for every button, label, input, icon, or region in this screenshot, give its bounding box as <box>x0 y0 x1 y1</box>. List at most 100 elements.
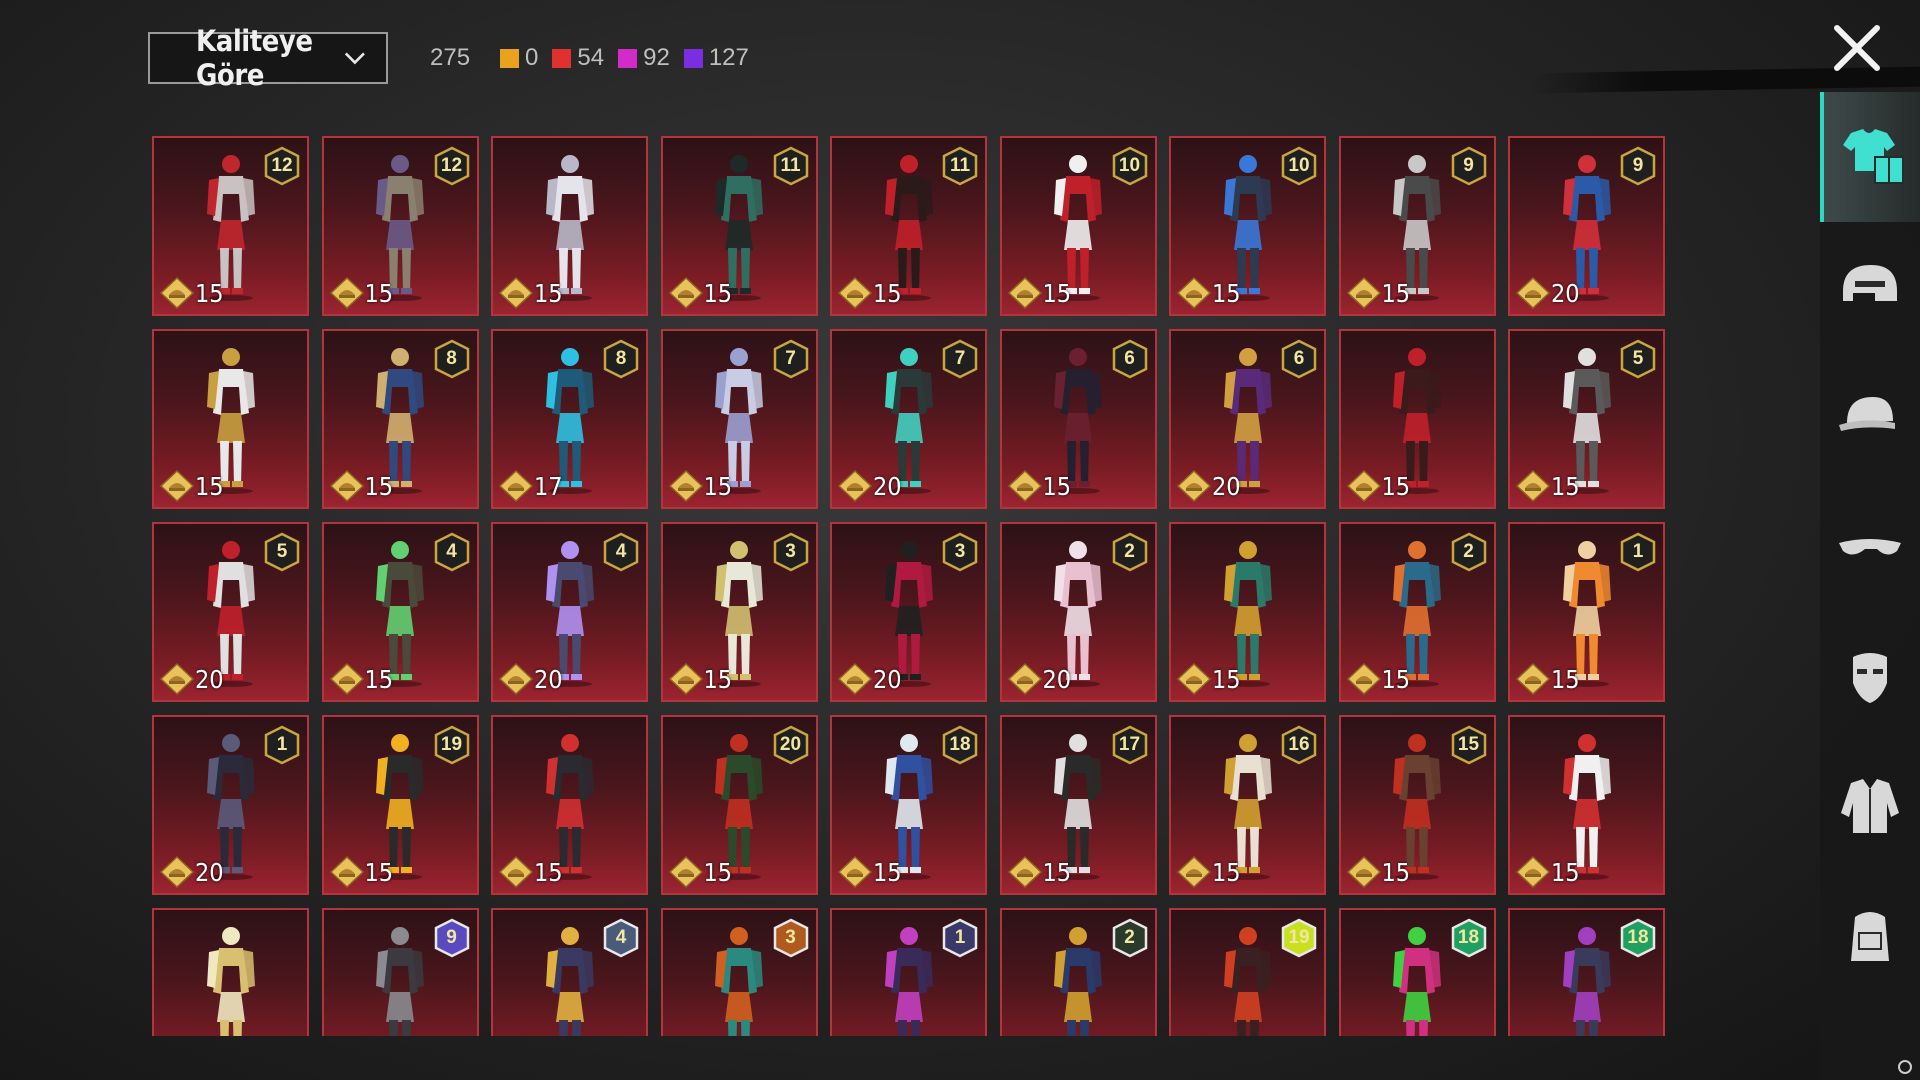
rank-number: 2 <box>1124 927 1135 948</box>
outfit-card[interactable]: 15 <box>491 715 648 895</box>
outfit-card[interactable]: 3 <box>660 908 818 1036</box>
outfit-card[interactable]: 1 15 <box>1508 522 1665 702</box>
outfit-card[interactable]: 11 15 <box>660 136 818 316</box>
character-outfit-image <box>715 927 763 1036</box>
sort-dropdown[interactable]: Kaliteye Göre <box>148 24 388 92</box>
tab-helmet[interactable] <box>1820 222 1920 352</box>
rank-number: 6 <box>1124 348 1135 369</box>
tab-mask[interactable] <box>1820 612 1920 742</box>
price-value: 20 <box>1212 471 1241 501</box>
item-price: 20 <box>837 662 902 696</box>
character-outfit-image <box>545 927 594 1036</box>
coin-icon <box>1007 662 1042 696</box>
outfit-card[interactable]: 9 20 <box>1508 136 1665 316</box>
rank-badge: 2 <box>1450 532 1488 572</box>
character-outfit-image <box>884 927 933 1036</box>
item-price: 20 <box>159 855 224 889</box>
outfit-card[interactable]: 18 15 <box>830 715 987 895</box>
rank-number: 2 <box>1463 541 1474 562</box>
item-price: 20 <box>1007 662 1072 696</box>
quality-count-value: 92 <box>643 44 670 71</box>
outfit-card[interactable]: 9 15 <box>1338 136 1496 316</box>
outfit-card[interactable]: 10 15 <box>999 136 1157 316</box>
rank-badge: 16 <box>1280 725 1318 765</box>
outfit-card[interactable]: 15 <box>152 329 309 509</box>
rank-number: 11 <box>780 155 801 176</box>
outfit-card[interactable]: 12 15 <box>321 136 479 316</box>
outfit-card[interactable]: 19 <box>1169 908 1326 1036</box>
inventory-grid-viewport[interactable]: 12 15 12 15 15 11 15 11 15 10 15 10 15 9 15 9 20 15 8 15 8 17… <box>152 136 1668 1036</box>
outfit-card[interactable]: 12 15 <box>152 136 309 316</box>
outfit-card[interactable]: 7 20 <box>830 329 987 509</box>
outfit-card[interactable]: 3 20 <box>830 522 987 702</box>
outfit-card[interactable]: 9 <box>321 908 479 1036</box>
outfit-card[interactable]: 15 <box>1338 329 1496 509</box>
outfit-card[interactable]: 6 20 <box>1169 329 1326 509</box>
tab-jacket[interactable] <box>1820 742 1920 872</box>
rank-badge: 17 <box>1111 725 1149 765</box>
outfit-card[interactable]: 18 <box>1508 908 1665 1036</box>
outfit-card[interactable]: 5 15 <box>1508 329 1665 509</box>
rank-number: 1 <box>954 927 966 948</box>
outfit-card[interactable]: 1 20 <box>152 715 309 895</box>
rank-badge: 1 <box>263 725 301 765</box>
item-price: 20 <box>159 662 224 696</box>
outfit-card[interactable]: 2 15 <box>1338 522 1496 702</box>
outfit-card[interactable]: 8 15 <box>321 329 479 509</box>
outfit-card[interactable]: 19 15 <box>321 715 479 895</box>
item-price: 15 <box>1007 855 1071 889</box>
outfit-card[interactable]: 2 20 <box>999 522 1157 702</box>
price-value: 20 <box>195 857 224 887</box>
rank-badge: 7 <box>941 339 979 379</box>
tab-backpack[interactable] <box>1820 872 1920 1002</box>
outfit-card[interactable]: 11 15 <box>830 136 987 316</box>
rank-badge: 3 <box>941 532 979 572</box>
item-price: 20 <box>837 469 902 503</box>
outfit-card[interactable]: 18 <box>1338 908 1496 1036</box>
price-value: 20 <box>1042 664 1072 694</box>
rank-badge: 3 <box>772 532 810 572</box>
item-price: 15 <box>159 276 224 310</box>
outfit-card[interactable]: 2 <box>999 908 1157 1036</box>
coin-icon <box>1007 469 1042 503</box>
outfit-card[interactable]: 20 15 <box>660 715 818 895</box>
outfit-card[interactable]: 7 15 <box>660 329 818 509</box>
tab-outfit[interactable] <box>1820 92 1920 222</box>
tab-cap[interactable] <box>1820 352 1920 482</box>
outfit-card[interactable]: 17 15 <box>999 715 1157 895</box>
rank-badge: 4 <box>602 532 640 572</box>
outfit-card[interactable] <box>152 908 309 1036</box>
rank-badge: 12 <box>433 146 471 186</box>
cap-icon <box>1839 397 1895 431</box>
coin-icon <box>1346 469 1381 503</box>
outfit-card[interactable]: 4 15 <box>321 522 479 702</box>
close-icon[interactable] <box>1829 20 1885 76</box>
outfit-card[interactable]: 3 15 <box>660 522 818 702</box>
character-outfit-image <box>206 927 255 1036</box>
outfit-card[interactable]: 10 15 <box>1169 136 1326 316</box>
quality-count-purple: 127 <box>683 44 749 72</box>
coin-icon <box>837 469 873 503</box>
outfit-card[interactable]: 15 15 <box>1338 715 1496 895</box>
price-value: 15 <box>195 471 224 501</box>
rank-badge: 5 <box>1619 339 1657 379</box>
outfit-card[interactable]: 8 17 <box>491 329 648 509</box>
quality-count-gold: 0 <box>500 44 538 72</box>
outfit-card[interactable]: 16 15 <box>1169 715 1326 895</box>
rank-number: 5 <box>1632 348 1644 369</box>
outfit-card[interactable]: 15 <box>491 136 648 316</box>
outfit-card[interactable]: 5 20 <box>152 522 309 702</box>
outfit-card[interactable]: 1 <box>830 908 987 1036</box>
rank-badge: 6 <box>1280 339 1318 379</box>
outfit-card[interactable]: 15 <box>1169 522 1326 702</box>
outfit-card[interactable]: 4 <box>491 908 648 1036</box>
coin-icon <box>837 855 873 889</box>
rank-badge: 4 <box>602 918 640 958</box>
tab-glasses[interactable] <box>1820 482 1920 612</box>
outfit-card[interactable]: 15 <box>1508 715 1665 895</box>
rank-number: 11 <box>949 155 971 176</box>
rank-number: 6 <box>1293 348 1305 369</box>
settings-dot-icon[interactable] <box>1898 1060 1912 1074</box>
outfit-card[interactable]: 6 15 <box>999 329 1157 509</box>
outfit-card[interactable]: 4 20 <box>491 522 648 702</box>
